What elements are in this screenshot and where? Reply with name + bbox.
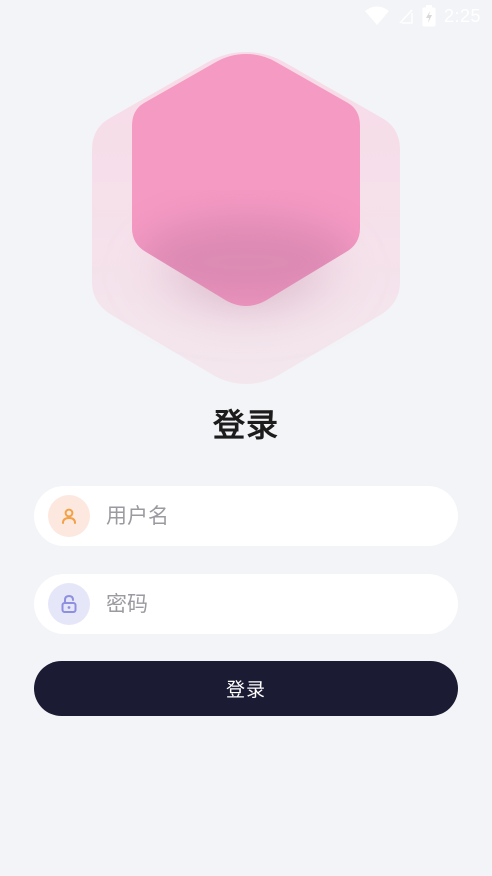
password-input[interactable] bbox=[104, 591, 428, 617]
username-field[interactable] bbox=[34, 486, 458, 546]
status-icons: 2:25 bbox=[364, 5, 481, 27]
hexagon-illustration bbox=[92, 52, 400, 384]
login-button[interactable]: 登录 bbox=[34, 661, 458, 716]
hero-graphic bbox=[0, 40, 492, 400]
password-field[interactable] bbox=[34, 574, 458, 634]
lock-icon-badge bbox=[48, 583, 90, 625]
person-icon bbox=[62, 508, 76, 524]
no-signal-icon bbox=[399, 9, 413, 24]
wifi-icon bbox=[364, 6, 389, 25]
status-time: 2:25 bbox=[443, 5, 481, 26]
lock-icon bbox=[61, 594, 77, 613]
person-icon-badge bbox=[48, 495, 90, 537]
page-title: 登录 bbox=[212, 406, 279, 444]
username-input[interactable] bbox=[104, 503, 428, 529]
battery-charging-icon bbox=[422, 5, 436, 27]
status-bar: 2:25 bbox=[0, 0, 492, 32]
